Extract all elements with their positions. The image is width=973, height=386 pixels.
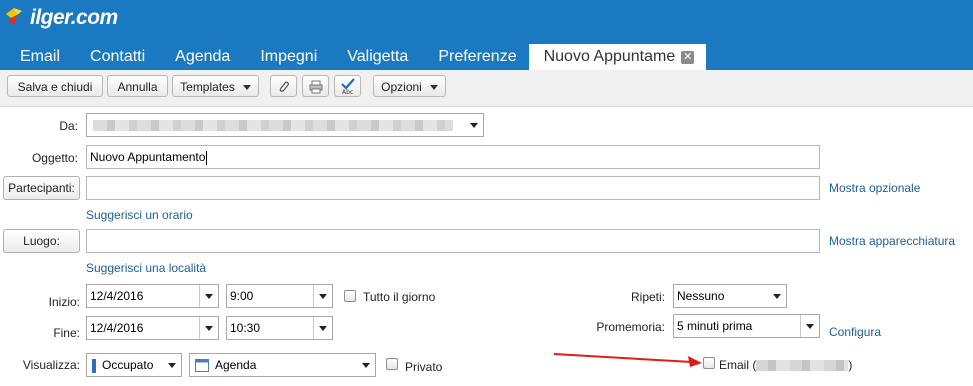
redacted-email-address — [756, 360, 849, 372]
spellcheck-icon: Abc — [340, 78, 355, 96]
chevron-down-icon — [429, 85, 438, 91]
show-optional-link[interactable]: Mostra opzionale — [829, 181, 920, 195]
save-close-button[interactable]: Salva e chiudi — [7, 75, 103, 97]
from-select[interactable] — [86, 113, 484, 137]
all-day-label: Tutto il giorno — [363, 290, 436, 304]
reminder-select[interactable]: 5 minuti prima — [673, 314, 820, 338]
repeat-label: Ripeti: — [630, 290, 665, 304]
tab-agenda[interactable]: Agenda — [157, 44, 242, 70]
chevron-down-icon[interactable] — [199, 317, 218, 339]
redacted-from-address — [93, 120, 453, 131]
chevron-down-icon — [465, 114, 483, 136]
chevron-down-icon — [800, 315, 819, 337]
start-time-input[interactable]: 9:00 — [226, 284, 333, 308]
tab-new-appointment-label: Nuovo Appuntame — [543, 48, 676, 65]
subject-input[interactable]: Nuovo Appuntamento — [86, 145, 820, 169]
private-label: Privato — [405, 360, 443, 374]
logo[interactable]: ilger.com — [4, 6, 118, 30]
show-as-select[interactable]: Occupato — [86, 353, 182, 377]
end-time-input[interactable]: 10:30 — [226, 316, 333, 340]
calendar-select[interactable]: Agenda — [189, 353, 376, 377]
options-button[interactable]: Opzioni — [373, 75, 446, 97]
email-label-suffix: ) — [848, 358, 853, 372]
paperclip-icon — [279, 81, 289, 92]
tab-email[interactable]: Email — [0, 44, 72, 70]
print-button[interactable] — [302, 75, 329, 97]
logo-text: ilger.com — [30, 6, 118, 29]
tab-valigetta[interactable]: Valigetta — [329, 44, 420, 70]
spellcheck-button[interactable]: Abc — [334, 75, 361, 97]
suggest-time-link[interactable]: Suggerisci un orario — [86, 208, 193, 222]
show-as-value: Occupato — [102, 358, 154, 372]
attendees-input[interactable] — [86, 176, 820, 200]
end-date-value: 12/4/2016 — [90, 321, 144, 335]
start-date-value: 12/4/2016 — [90, 289, 144, 303]
tab-impegni[interactable]: Impegni — [242, 44, 329, 70]
all-day-checkbox[interactable] — [344, 290, 356, 302]
options-label: Opzioni — [381, 80, 422, 94]
location-input[interactable] — [86, 229, 820, 253]
email-label-prefix: Email ( — [719, 358, 757, 372]
private-checkbox[interactable] — [386, 358, 398, 370]
start-time-value: 9:00 — [230, 289, 254, 303]
busy-indicator — [92, 358, 96, 373]
reminder-label: Promemoria: — [596, 320, 665, 334]
main-tabs: Email Contatti Agenda Impegni Valigetta … — [0, 44, 707, 70]
subject-value: Nuovo Appuntamento — [90, 150, 206, 164]
start-label: Inizio: — [48, 295, 80, 309]
chevron-down-icon[interactable] — [313, 285, 332, 307]
reminder-value: 5 minuti prima — [677, 319, 753, 333]
configure-link[interactable]: Configura — [829, 325, 881, 339]
printer-icon — [309, 80, 322, 94]
text-cursor — [206, 150, 208, 165]
attach-button[interactable] — [270, 75, 297, 97]
calendar-value: Agenda — [215, 358, 257, 372]
from-label: Da: — [59, 119, 78, 133]
templates-label: Templates — [180, 80, 235, 94]
tab-preferenze[interactable]: Preferenze — [420, 44, 528, 70]
svg-text:Abc: Abc — [342, 89, 353, 95]
show-as-label: Visualizza: — [22, 358, 80, 372]
tab-contatti[interactable]: Contatti — [72, 44, 157, 70]
location-button[interactable]: Luogo: — [3, 229, 80, 253]
close-icon[interactable]: ✕ — [681, 50, 695, 64]
calendar-icon — [195, 359, 209, 373]
chevron-down-icon[interactable] — [199, 285, 218, 307]
chevron-down-icon[interactable] — [313, 317, 332, 339]
start-date-input[interactable]: 12/4/2016 — [86, 284, 219, 308]
end-time-value: 10:30 — [230, 321, 261, 335]
toolbar: Salva e chiudi Annulla Templates Abc Opz… — [0, 70, 973, 107]
logo-icon — [6, 8, 22, 24]
cancel-button[interactable]: Annulla — [107, 75, 168, 97]
annotation-arrow — [553, 353, 702, 367]
repeat-value: Nessuno — [677, 289, 725, 303]
tab-new-appointment[interactable]: Nuovo Appuntame ✕ — [528, 44, 707, 70]
templates-button[interactable]: Templates — [172, 75, 259, 97]
show-equipment-link[interactable]: Mostra apparecchiatura — [829, 234, 955, 248]
email-checkbox[interactable] — [703, 357, 715, 369]
chevron-down-icon — [357, 354, 375, 376]
app-header: ilger.com Email Contatti Agenda Impegni … — [0, 0, 973, 70]
end-label: Fine: — [53, 326, 80, 340]
repeat-select[interactable]: Nessuno — [673, 284, 787, 308]
suggest-location-link[interactable]: Suggerisci una località — [86, 261, 206, 275]
subject-label: Oggetto: — [31, 151, 78, 165]
chevron-down-icon — [768, 285, 786, 307]
end-date-input[interactable]: 12/4/2016 — [86, 316, 219, 340]
attendees-button[interactable]: Partecipanti: — [3, 176, 80, 200]
email-label: Email () — [719, 358, 852, 372]
chevron-down-icon — [163, 354, 181, 376]
chevron-down-icon — [242, 85, 251, 91]
